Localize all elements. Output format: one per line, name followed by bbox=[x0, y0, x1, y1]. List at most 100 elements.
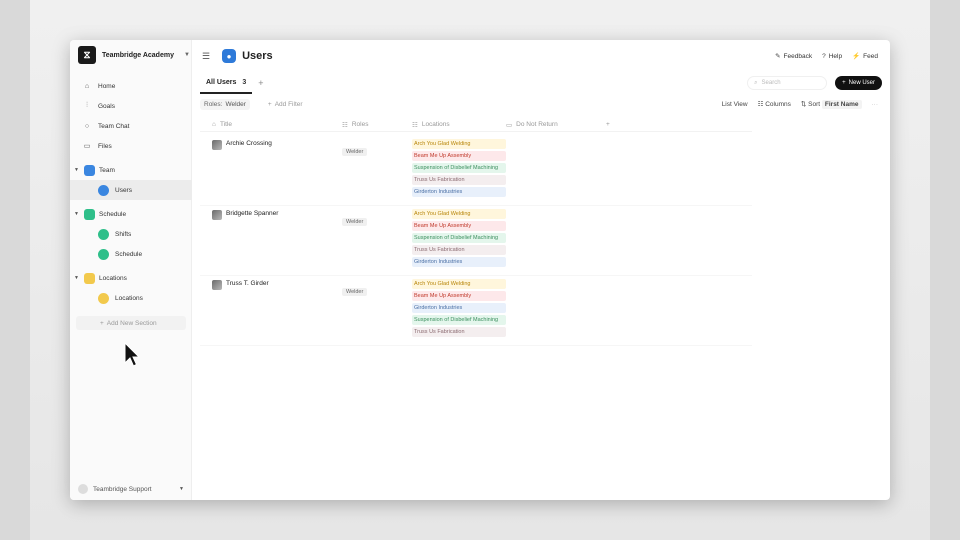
sidebar-item-label: Shifts bbox=[115, 230, 132, 238]
location-chip: Beam Me Up Assembly bbox=[412, 221, 506, 231]
search-input[interactable]: ⌕ Search bbox=[747, 76, 828, 90]
filter-bar: Roles: Welder + Add Filter List View ☷ Col… bbox=[200, 96, 890, 112]
new-user-label: New User bbox=[848, 80, 875, 86]
user-name: Bridgette Spanner bbox=[226, 210, 279, 217]
location-chip: Girderton Industries bbox=[412, 303, 506, 313]
sidebar-item-label: Locations bbox=[115, 294, 143, 302]
search-icon: ⌕ bbox=[754, 79, 758, 86]
filter-key: Roles: bbox=[204, 100, 223, 108]
sidebar-item-label: Goals bbox=[98, 102, 115, 110]
tab-count-badge: 3 bbox=[242, 78, 247, 86]
location-chip: Truss Us Fabrication bbox=[412, 327, 506, 337]
column-header-locations[interactable]: ☷ Locations bbox=[412, 118, 506, 131]
sidebar-item-label: Home bbox=[98, 82, 116, 90]
title-icon: ⌂ bbox=[212, 121, 216, 128]
support-menu[interactable]: Teambridge Support ▼ bbox=[78, 484, 184, 494]
add-column-button[interactable]: + bbox=[606, 118, 610, 131]
location-chip: Truss Us Fabrication bbox=[412, 175, 506, 185]
feed-icon: ⚡ bbox=[852, 53, 861, 60]
sidebar-group-label: Locations bbox=[99, 274, 127, 282]
menu-icon[interactable]: ☰ bbox=[202, 51, 210, 62]
more-icon[interactable]: ··· bbox=[872, 101, 879, 108]
caret-down-icon: ▼ bbox=[74, 167, 79, 173]
add-new-section-button[interactable]: + Add New Section bbox=[76, 316, 186, 330]
role-chip: Welder bbox=[342, 288, 368, 296]
table-header: ⌂ Title ☷ Roles ☷ Locations ▭ Do Not Return … bbox=[200, 118, 752, 132]
table-row[interactable]: Archie Crossing Welder Arch You Glad Wel… bbox=[200, 136, 752, 206]
sidebar-item-home[interactable]: ⌂ Home bbox=[70, 76, 192, 96]
sidebar-item-goals[interactable]: ⫶ Goals bbox=[70, 96, 192, 116]
sidebar-item-label: Schedule bbox=[115, 250, 143, 258]
locations-icon bbox=[98, 292, 109, 304]
sidebar-item-label: Files bbox=[98, 142, 112, 150]
feed-button[interactable]: ⚡ Feed bbox=[852, 52, 878, 60]
user-name: Archie Crossing bbox=[226, 140, 272, 147]
app-window: ⧖ Teambridge Academy ▼ ⌂ Home ⫶ Goals ○ … bbox=[70, 40, 890, 500]
sidebar-group-label: Schedule bbox=[99, 210, 127, 218]
roles-cell: Welder bbox=[342, 276, 412, 345]
locations-cell: Arch You Glad Welding Beam Me Up Assembly… bbox=[412, 136, 506, 205]
sidebar-group-team[interactable]: ▼ Team bbox=[70, 160, 192, 180]
avatar bbox=[78, 484, 88, 494]
header-actions: ✎ Feedback ? Help ⚡ Feed bbox=[775, 52, 890, 61]
column-header-do-not-return[interactable]: ▭ Do Not Return bbox=[506, 118, 606, 131]
new-user-button[interactable]: + New User bbox=[835, 76, 882, 90]
filter-value: Welder bbox=[225, 100, 246, 108]
table-row[interactable]: Truss T. Girder Welder Arch You Glad Wel… bbox=[200, 276, 752, 346]
location-chip: Girderton Industries bbox=[412, 257, 506, 267]
schedule-icon bbox=[98, 248, 109, 260]
list-view-button[interactable]: List View bbox=[722, 101, 748, 108]
avatar bbox=[212, 280, 222, 290]
calendar-icon bbox=[84, 208, 95, 220]
location-chip: Beam Me Up Assembly bbox=[412, 291, 506, 301]
column-header-title[interactable]: ⌂ Title bbox=[200, 118, 342, 131]
chevron-down-icon: ▼ bbox=[179, 486, 184, 492]
columns-button[interactable]: ☷ Columns bbox=[758, 100, 791, 108]
list-icon: ☷ bbox=[412, 121, 418, 129]
list-icon: ☷ bbox=[342, 121, 348, 129]
column-header-roles[interactable]: ☷ Roles bbox=[342, 118, 412, 131]
sidebar-item-users[interactable]: Users bbox=[70, 180, 192, 200]
plus-icon: + bbox=[267, 100, 272, 108]
locations-cell: Arch You Glad Welding Beam Me Up Assembly… bbox=[412, 206, 506, 275]
tab-all-users[interactable]: All Users 3 bbox=[200, 72, 253, 94]
sidebar-item-schedule[interactable]: Schedule bbox=[70, 244, 192, 264]
role-filter-chip[interactable]: Roles: Welder bbox=[200, 98, 250, 110]
home-icon: ⌂ bbox=[84, 82, 90, 90]
view-options: List View ☷ Columns ⇅ Sort First Name ··… bbox=[722, 100, 890, 109]
team-icon bbox=[84, 164, 95, 176]
sidebar-item-files[interactable]: ▭ Files bbox=[70, 136, 192, 156]
sidebar-group-locations[interactable]: ▼ Locations bbox=[70, 268, 192, 288]
location-chip: Beam Me Up Assembly bbox=[412, 151, 506, 161]
chat-icon: ○ bbox=[84, 122, 90, 130]
chart-icon: ⫶ bbox=[86, 102, 88, 109]
add-filter-button[interactable]: + Add Filter bbox=[268, 101, 306, 108]
org-switcher[interactable]: ⧖ Teambridge Academy ▼ bbox=[78, 46, 190, 64]
list-icon: ▭ bbox=[506, 121, 513, 129]
header-label: Locations bbox=[421, 121, 450, 128]
sort-button[interactable]: ⇅ Sort First Name bbox=[801, 100, 862, 109]
title-cell: Bridgette Spanner bbox=[200, 206, 342, 275]
sidebar: ⧖ Teambridge Academy ▼ ⌂ Home ⫶ Goals ○ … bbox=[70, 40, 192, 500]
sidebar-group-schedule[interactable]: ▼ Schedule bbox=[70, 204, 192, 224]
search-placeholder: Search bbox=[761, 80, 781, 86]
table-row[interactable]: Bridgette Spanner Welder Arch You Glad W… bbox=[200, 206, 752, 276]
avatar bbox=[212, 140, 222, 150]
avatar bbox=[212, 210, 222, 220]
sidebar-item-shifts[interactable]: Shifts bbox=[70, 224, 192, 244]
help-button[interactable]: ? Help bbox=[822, 53, 842, 60]
add-tab-icon[interactable]: + bbox=[258, 78, 263, 88]
caret-down-icon: ▼ bbox=[74, 275, 79, 281]
file-icon: ▭ bbox=[83, 143, 91, 150]
plus-icon: + bbox=[842, 80, 846, 86]
title-cell: Archie Crossing bbox=[200, 136, 342, 205]
feedback-label: Feedback bbox=[783, 53, 813, 60]
feedback-button[interactable]: ✎ Feedback bbox=[775, 52, 812, 60]
plus-icon: + bbox=[100, 319, 104, 327]
sidebar-item-label: Users bbox=[115, 186, 132, 194]
title-cell: Truss T. Girder bbox=[200, 276, 342, 345]
sidebar-item-locations[interactable]: Locations bbox=[70, 288, 192, 308]
sidebar-item-team-chat[interactable]: ○ Team Chat bbox=[70, 116, 192, 136]
location-icon bbox=[84, 272, 95, 284]
location-chip: Arch You Glad Welding bbox=[412, 209, 506, 219]
